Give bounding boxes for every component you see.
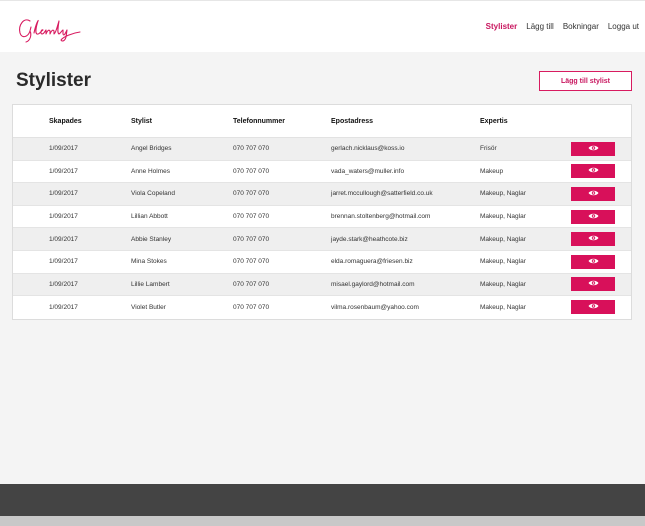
table-row: 1/09/2017 Anne Holmes 070 707 070 vada_wate… bbox=[13, 160, 631, 184]
cell-email: vilma.rosenbaum@yahoo.com bbox=[331, 303, 419, 311]
cell-email: vada_waters@muller.info bbox=[331, 167, 405, 175]
eye-icon bbox=[588, 234, 599, 244]
stylist-table: Skapades Stylist Telefonnummer Epostadre… bbox=[12, 104, 632, 320]
view-stylist-button[interactable] bbox=[571, 209, 615, 224]
cell-stylist: Anne Holmes bbox=[131, 167, 171, 175]
view-stylist-button[interactable] bbox=[571, 164, 615, 179]
footer-bottom-bar bbox=[0, 516, 645, 526]
cell-expertise: Frisör bbox=[480, 145, 497, 153]
cell-expertise: Makeup, Naglar bbox=[480, 213, 526, 221]
table-header: Skapades Stylist Telefonnummer Epostadre… bbox=[13, 105, 631, 138]
eye-icon bbox=[588, 279, 599, 289]
cell-stylist: Viola Copeland bbox=[131, 190, 175, 198]
cell-phone: 070 707 070 bbox=[233, 303, 270, 311]
main-nav: Stylister Lägg till Bokningar Logga ut bbox=[486, 22, 639, 31]
cell-phone: 070 707 070 bbox=[233, 167, 270, 175]
cell-phone: 070 707 070 bbox=[233, 145, 270, 153]
eye-icon bbox=[588, 189, 599, 199]
cell-expertise: Makeup, Naglar bbox=[480, 280, 526, 288]
table-row: 1/09/2017 Abbie Stanley 070 707 070 jayde.s… bbox=[13, 228, 631, 251]
table-row: 1/09/2017 Mina Stokes 070 707 070 elda.roma… bbox=[13, 250, 631, 274]
cell-created: 1/09/2017 bbox=[49, 303, 78, 311]
nav-logga-ut[interactable]: Logga ut bbox=[608, 22, 639, 31]
cell-stylist: Lillie Lambert bbox=[131, 280, 170, 288]
header-created: Skapades bbox=[49, 117, 82, 125]
cell-expertise: Makeup, Naglar bbox=[480, 303, 526, 311]
cell-email: jayde.stark@heathcote.biz bbox=[331, 235, 408, 243]
view-stylist-button[interactable] bbox=[571, 254, 615, 269]
page-title: Stylister bbox=[16, 70, 91, 91]
view-stylist-button[interactable] bbox=[571, 300, 615, 315]
cell-email: elda.romaguera@friesen.biz bbox=[331, 258, 413, 266]
cell-created: 1/09/2017 bbox=[49, 145, 78, 153]
footer bbox=[0, 484, 645, 516]
header-email: Epostadress bbox=[331, 117, 374, 125]
cell-expertise: Makeup bbox=[480, 167, 504, 175]
cell-created: 1/09/2017 bbox=[49, 167, 78, 175]
cell-email: misael.gaylord@hotmail.com bbox=[331, 280, 415, 288]
eye-icon bbox=[588, 166, 599, 176]
cell-email: brennan.stoltenberg@hotmail.com bbox=[331, 213, 431, 221]
cell-created: 1/09/2017 bbox=[49, 190, 78, 198]
table-row: 1/09/2017 Violet Butler 070 707 070 vilma.r… bbox=[13, 296, 631, 319]
cell-email: gerlach.nicklaus@koss.io bbox=[331, 145, 405, 153]
nav-stylister[interactable]: Stylister bbox=[486, 22, 518, 31]
top-header: Stylister Lägg till Bokningar Logga ut bbox=[0, 0, 645, 52]
view-stylist-button[interactable] bbox=[571, 141, 615, 156]
cell-stylist: Lillian Abbott bbox=[131, 213, 168, 221]
cell-email: jarret.mccullough@satterfield.co.uk bbox=[331, 190, 433, 198]
cell-phone: 070 707 070 bbox=[233, 190, 270, 198]
eye-icon bbox=[588, 144, 599, 154]
cell-stylist: Abbie Stanley bbox=[131, 235, 172, 243]
cell-expertise: Makeup, Naglar bbox=[480, 258, 526, 266]
header-stylist: Stylist bbox=[131, 117, 153, 125]
header-phone: Telefonnummer bbox=[233, 117, 285, 125]
cell-created: 1/09/2017 bbox=[49, 280, 78, 288]
table-row: 1/09/2017 Angel Bridges 070 707 070 gerlach… bbox=[13, 138, 631, 161]
cell-created: 1/09/2017 bbox=[49, 258, 78, 266]
glamly-logo[interactable] bbox=[16, 13, 82, 43]
eye-icon bbox=[588, 257, 599, 267]
table-row: 1/09/2017 Lillian Abbott 070 707 070 brenna… bbox=[13, 205, 631, 229]
nav-bokningar[interactable]: Bokningar bbox=[563, 22, 599, 31]
view-stylist-button[interactable] bbox=[571, 277, 615, 292]
eye-icon bbox=[588, 302, 599, 312]
cell-stylist: Mina Stokes bbox=[131, 258, 167, 266]
cell-phone: 070 707 070 bbox=[233, 213, 270, 221]
cell-expertise: Makeup, Naglar bbox=[480, 190, 526, 198]
table-row: 1/09/2017 Lillie Lambert 070 707 070 misael… bbox=[13, 273, 631, 297]
table-row: 1/09/2017 Viola Copeland 070 707 070 jarret… bbox=[13, 183, 631, 206]
view-stylist-button[interactable] bbox=[571, 186, 615, 201]
eye-icon bbox=[588, 212, 599, 222]
nav-lagg-till[interactable]: Lägg till bbox=[526, 22, 554, 31]
cell-phone: 070 707 070 bbox=[233, 258, 270, 266]
cell-created: 1/09/2017 bbox=[49, 235, 78, 243]
cell-expertise: Makeup, Naglar bbox=[480, 235, 526, 243]
header-expertise: Expertis bbox=[480, 117, 508, 125]
view-stylist-button[interactable] bbox=[571, 232, 615, 247]
cell-created: 1/09/2017 bbox=[49, 213, 78, 221]
cell-stylist: Violet Butler bbox=[131, 303, 166, 311]
add-stylist-button[interactable]: Lägg till stylist bbox=[539, 71, 632, 91]
cell-phone: 070 707 070 bbox=[233, 235, 270, 243]
cell-phone: 070 707 070 bbox=[233, 280, 270, 288]
cell-stylist: Angel Bridges bbox=[131, 145, 172, 153]
